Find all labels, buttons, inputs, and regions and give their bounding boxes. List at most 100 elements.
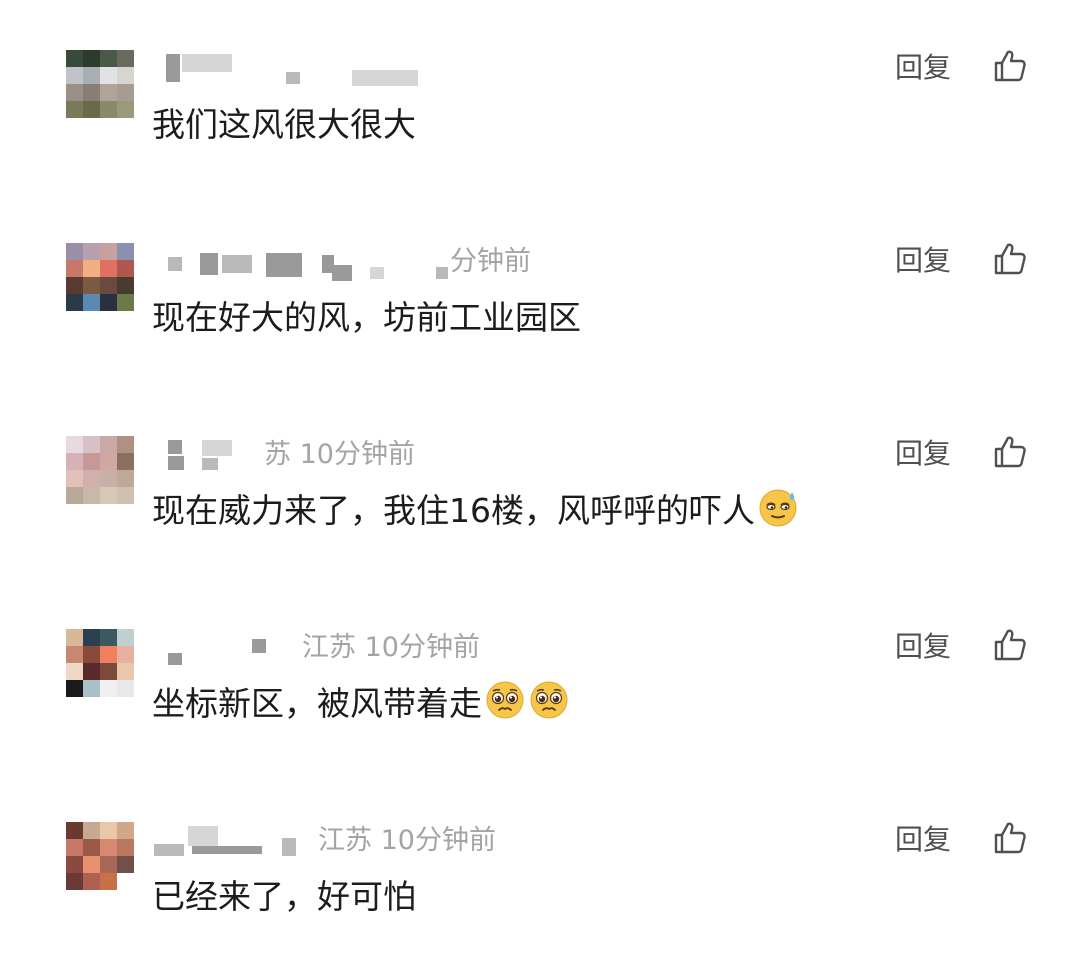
avatar-mosaic-cell [100, 453, 117, 470]
comment-item: 我们这风很大很大 回复 [0, 0, 1080, 144]
avatar-mosaic-cell [100, 680, 117, 697]
avatar-mosaic-cell [117, 822, 134, 839]
reply-button[interactable]: 回复 [895, 243, 951, 279]
blurred-username [192, 846, 262, 854]
avatar-mosaic-cell [83, 839, 100, 856]
avatar-mosaic-cell [100, 629, 117, 646]
avatar-mosaic-cell [117, 243, 134, 260]
comment-item: 江苏 10分钟前 坐标新区，被风带着走 回复 [0, 579, 1080, 723]
comment-text: 已经来了，好可怕 [152, 872, 416, 922]
avatar-mosaic-cell [100, 243, 117, 260]
avatar-mosaic-cell [83, 629, 100, 646]
avatar-mosaic-cell [66, 822, 83, 839]
avatar-mosaic-cell [117, 839, 134, 856]
avatar-mosaic-cell [117, 873, 134, 890]
avatar-mosaic-cell [117, 629, 134, 646]
blurred-username [436, 267, 448, 279]
comment-item: 苏 10分钟前 现在威力来了，我住16楼，风呼呼的吓人 回复 [0, 386, 1080, 530]
avatar-mosaic-cell [100, 470, 117, 487]
blurred-username [168, 653, 182, 665]
avatar-mosaic-cell [117, 663, 134, 680]
blurred-username [286, 72, 300, 84]
avatar-mosaic-cell [83, 260, 100, 277]
avatar-mosaic-cell [83, 243, 100, 260]
avatar[interactable] [66, 436, 134, 504]
avatar-mosaic-cell [83, 84, 100, 101]
avatar-mosaic-cell [100, 663, 117, 680]
avatar-mosaic-cell [117, 260, 134, 277]
blurred-username [200, 253, 218, 275]
reply-button[interactable]: 回复 [895, 822, 951, 858]
blurred-username [266, 253, 302, 277]
thumbs-up-icon[interactable] [992, 48, 1028, 84]
blurred-username [168, 456, 184, 470]
avatar-mosaic-cell [100, 436, 117, 453]
avatar-mosaic-cell [100, 294, 117, 311]
avatar-mosaic-cell [66, 277, 83, 294]
avatar-mosaic-cell [117, 67, 134, 84]
comment-meta [152, 52, 712, 86]
reply-button[interactable]: 回复 [895, 436, 951, 472]
avatar-mosaic-cell [100, 856, 117, 873]
avatar-mosaic-cell [83, 822, 100, 839]
blurred-username [188, 826, 218, 846]
avatar-mosaic-cell [66, 873, 83, 890]
avatar-mosaic-cell [66, 646, 83, 663]
avatar[interactable] [66, 243, 134, 311]
avatar-mosaic-cell [83, 680, 100, 697]
avatar-mosaic-cell [66, 260, 83, 277]
blurred-username [282, 838, 296, 856]
comment-text-body: 坐标新区，被风带着走 [152, 684, 482, 723]
avatar-mosaic-cell [66, 436, 83, 453]
avatar-mosaic-cell [83, 277, 100, 294]
blurred-username [168, 440, 182, 454]
blurred-username [182, 54, 232, 72]
avatar-mosaic-cell [66, 629, 83, 646]
avatar-mosaic-cell [83, 856, 100, 873]
avatar-mosaic-cell [66, 101, 83, 118]
reply-button[interactable]: 回复 [895, 50, 951, 86]
comment-text: 现在好大的风，坊前工业园区 [152, 293, 581, 343]
avatar-mosaic-cell [117, 277, 134, 294]
avatar-mosaic-cell [100, 101, 117, 118]
thumbs-up-icon[interactable] [992, 434, 1028, 470]
avatar-mosaic-cell [66, 243, 83, 260]
avatar-mosaic-cell [100, 487, 117, 504]
avatar-mosaic-cell [66, 856, 83, 873]
avatar-mosaic-cell [83, 873, 100, 890]
thumbs-up-icon[interactable] [992, 820, 1028, 856]
pleading-face-icon [530, 681, 568, 719]
thumbs-up-icon[interactable] [992, 241, 1028, 277]
avatar-mosaic-cell [100, 67, 117, 84]
avatar-mosaic-cell [117, 84, 134, 101]
avatar-mosaic-cell [66, 487, 83, 504]
blurred-username [166, 54, 180, 82]
avatar-mosaic-cell [100, 84, 117, 101]
comment-time-location: 江苏 10分钟前 [302, 632, 480, 663]
comment-text-body: 现在威力来了，我住16楼，风呼呼的吓人 [152, 491, 755, 530]
avatar[interactable] [66, 629, 134, 697]
avatar-mosaic-cell [100, 260, 117, 277]
avatar-mosaic-cell [66, 50, 83, 67]
avatar[interactable] [66, 50, 134, 118]
thumbs-up-icon[interactable] [992, 627, 1028, 663]
avatar-mosaic-cell [83, 470, 100, 487]
comment-text: 现在威力来了，我住16楼，风呼呼的吓人 [152, 486, 799, 536]
comment-text-body: 已经来了，好可怕 [152, 877, 416, 916]
avatar-mosaic-cell [100, 646, 117, 663]
avatar-mosaic-cell [66, 680, 83, 697]
reply-button[interactable]: 回复 [895, 629, 951, 665]
avatar-mosaic-cell [66, 67, 83, 84]
avatar-mosaic-cell [83, 646, 100, 663]
sweat-face-icon [759, 489, 797, 527]
avatar-mosaic-cell [117, 50, 134, 67]
comment-meta: 江苏 10分钟前 [152, 631, 712, 665]
avatar[interactable] [66, 822, 134, 890]
comment-meta: 苏 10分钟前 [152, 438, 712, 472]
avatar-mosaic-cell [83, 663, 100, 680]
avatar-mosaic-cell [117, 453, 134, 470]
avatar-mosaic-cell [117, 856, 134, 873]
avatar-mosaic-cell [83, 436, 100, 453]
avatar-mosaic-cell [66, 839, 83, 856]
blurred-username [222, 255, 252, 273]
